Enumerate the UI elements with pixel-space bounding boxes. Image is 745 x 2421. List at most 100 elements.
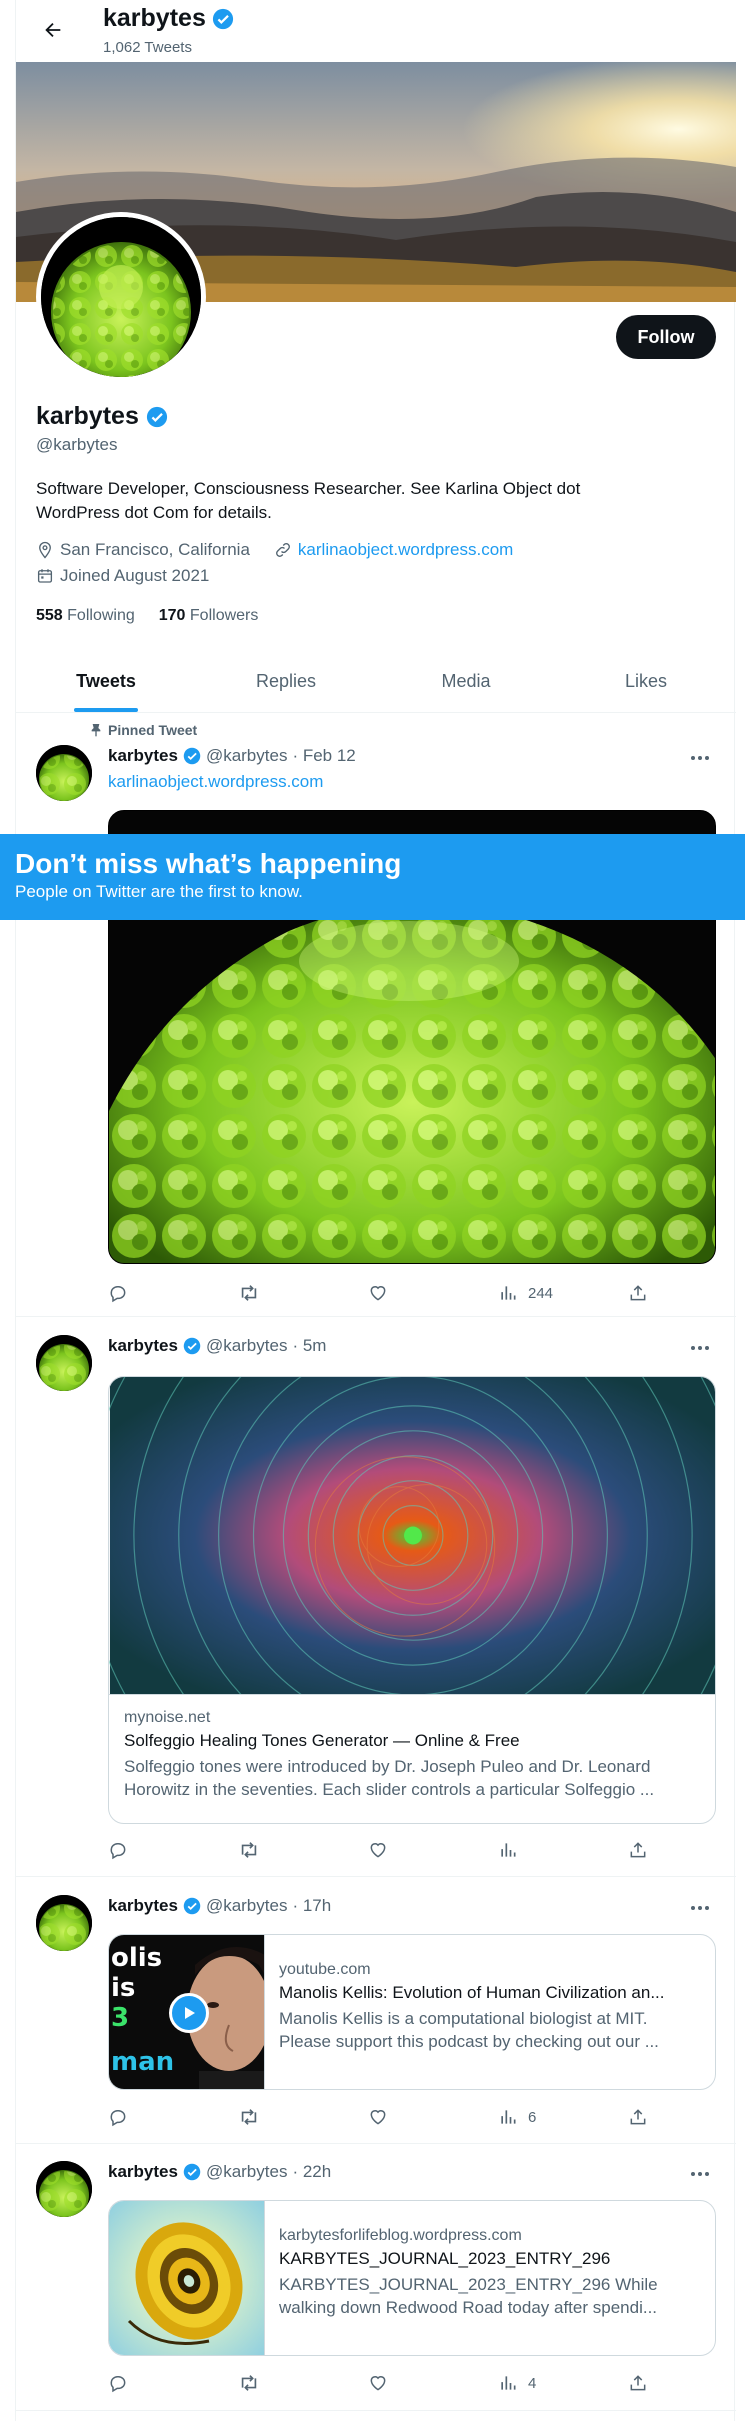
card-domain: mynoise.net xyxy=(124,1709,211,1726)
views-chart-icon xyxy=(501,1843,516,1857)
header-tweet-count: 1,062 Tweets xyxy=(103,39,192,56)
views-button[interactable]: 244 xyxy=(498,1283,598,1303)
like-button[interactable] xyxy=(368,2373,468,2393)
reply-button[interactable] xyxy=(108,2107,208,2127)
more-options-icon[interactable] xyxy=(688,1338,712,1358)
link-card[interactable]: olis is 3 man youtube.com Manolis Kellis… xyxy=(108,1934,716,2090)
tweet-author-name[interactable]: karbytes xyxy=(108,746,178,766)
profile-column: karbytes 1,062 Tweets Follow karbytes @k… xyxy=(15,0,736,2421)
retweet-button[interactable] xyxy=(238,2372,338,2394)
thumbnail-text-line: is xyxy=(111,1973,136,2003)
retweet-icon xyxy=(241,1285,257,1301)
tweet-header: karbytes @karbytes · 22h xyxy=(108,2162,331,2182)
signup-prompt-banner[interactable]: Don’t miss what’s happening People on Tw… xyxy=(0,834,745,920)
like-button[interactable] xyxy=(368,1840,468,1860)
following-stat[interactable]: 558 Following xyxy=(36,607,135,625)
tweet-actions: 244 xyxy=(108,1280,668,1306)
card-text: mynoise.net Solfeggio Healing Tones Gene… xyxy=(109,1695,715,1815)
retweet-icon xyxy=(241,1842,257,1858)
profile-handle: @karbytes xyxy=(36,435,118,454)
profile-meta-row: San Francisco, California karlinaobject.… xyxy=(36,540,513,560)
tab-likes[interactable]: Likes xyxy=(556,650,736,712)
website-link[interactable]: karlinaobject.wordpress.com xyxy=(298,540,513,560)
link-icon xyxy=(275,543,290,557)
reply-button[interactable] xyxy=(108,2373,208,2393)
views-count: 244 xyxy=(528,1284,554,1302)
followers-stat[interactable]: 170 Followers xyxy=(159,607,259,625)
tweet-avatar[interactable] xyxy=(36,1335,92,1391)
tweet-author-handle[interactable]: @karbytes xyxy=(206,1336,288,1356)
website[interactable]: karlinaobject.wordpress.com xyxy=(274,540,513,560)
card-domain: youtube.com xyxy=(279,1961,371,1978)
tweet-time[interactable]: · Feb 12 xyxy=(292,746,355,766)
share-icon xyxy=(630,2109,646,2125)
verified-badge-icon xyxy=(183,747,201,765)
pinned-label: Pinned Tweet xyxy=(108,722,198,738)
profile-avatar[interactable] xyxy=(36,212,206,382)
views-button[interactable]: 6 xyxy=(498,2107,598,2127)
location-pin-icon xyxy=(39,541,51,559)
tweet-author-name[interactable]: karbytes xyxy=(108,2162,178,2182)
tweet-author-name[interactable]: karbytes xyxy=(108,1896,178,1916)
thumbnail-text-line: man xyxy=(111,2047,175,2077)
share-button[interactable] xyxy=(628,1283,668,1303)
share-icon xyxy=(630,1842,646,1858)
followers-count: 170 xyxy=(158,607,186,624)
views-button[interactable] xyxy=(498,1840,598,1860)
thumbnail-text-line: olis xyxy=(111,1943,163,1973)
tweet-author-handle[interactable]: @karbytes xyxy=(206,1896,288,1916)
tweet-time[interactable]: · 5m xyxy=(292,1336,326,1356)
tab-media[interactable]: Media xyxy=(376,650,556,712)
tweet-author-handle[interactable]: @karbytes xyxy=(206,2162,288,2182)
joined: Joined August 2021 xyxy=(36,566,209,586)
location: San Francisco, California xyxy=(36,540,250,560)
reply-button[interactable] xyxy=(108,1283,208,1303)
link-card[interactable]: karbytesforlifeblog.wordpress.com KARBYT… xyxy=(108,2200,716,2356)
play-icon[interactable] xyxy=(169,1993,209,2033)
like-button[interactable] xyxy=(368,2107,468,2127)
share-button[interactable] xyxy=(628,2373,668,2393)
more-options-icon[interactable] xyxy=(688,1898,712,1918)
reply-button[interactable] xyxy=(108,1840,208,1860)
views-chart-icon xyxy=(501,2376,516,2390)
like-button[interactable] xyxy=(368,1283,468,1303)
pin-icon xyxy=(91,724,101,737)
share-button[interactable] xyxy=(628,2107,668,2127)
reply-icon xyxy=(110,2110,126,2127)
heart-icon xyxy=(370,2110,386,2125)
tab-replies[interactable]: Replies xyxy=(196,650,376,712)
tweet-actions: 4 xyxy=(108,2370,668,2396)
tweet-author-handle[interactable]: @karbytes xyxy=(206,746,288,766)
views-count: 4 xyxy=(528,2374,537,2392)
tweet-time[interactable]: · 22h xyxy=(292,2162,331,2182)
retweet-button[interactable] xyxy=(238,2106,338,2128)
views-button[interactable]: 4 xyxy=(498,2373,598,2393)
location-text: San Francisco, California xyxy=(60,540,250,559)
verified-badge-icon xyxy=(183,1337,201,1355)
tweet-text-link[interactable]: karlinaobject.wordpress.com xyxy=(108,772,323,792)
retweet-button[interactable] xyxy=(238,1839,338,1861)
profile-name: karbytes xyxy=(36,402,168,431)
views-chart-icon xyxy=(501,2110,516,2124)
retweet-button[interactable] xyxy=(238,1282,338,1304)
views-count: 6 xyxy=(528,2108,537,2126)
tweet-header: karbytes @karbytes · 17h xyxy=(108,1896,331,1916)
profile-bio: Software Developer, Consciousness Resear… xyxy=(36,479,581,522)
header-name-text: karbytes xyxy=(103,4,206,32)
verified-badge-icon xyxy=(146,406,167,427)
tweet-avatar[interactable] xyxy=(36,2161,92,2217)
tweet-avatar[interactable] xyxy=(36,745,92,801)
share-button[interactable] xyxy=(628,1840,668,1860)
more-options-icon[interactable] xyxy=(688,748,712,768)
follow-button[interactable]: Follow xyxy=(616,315,716,359)
more-options-icon[interactable] xyxy=(688,2164,712,2184)
calendar-icon xyxy=(37,569,53,583)
share-icon xyxy=(630,1285,646,1301)
back-arrow-icon[interactable] xyxy=(36,13,70,47)
tweet-avatar[interactable] xyxy=(36,1895,92,1951)
link-card[interactable]: mynoise.net Solfeggio Healing Tones Gene… xyxy=(108,1376,716,1824)
verified-badge-icon xyxy=(212,8,233,29)
tweet-author-name[interactable]: karbytes xyxy=(108,1336,178,1356)
tab-tweets[interactable]: Tweets xyxy=(16,650,196,712)
tweet-time[interactable]: · 17h xyxy=(292,1896,331,1916)
